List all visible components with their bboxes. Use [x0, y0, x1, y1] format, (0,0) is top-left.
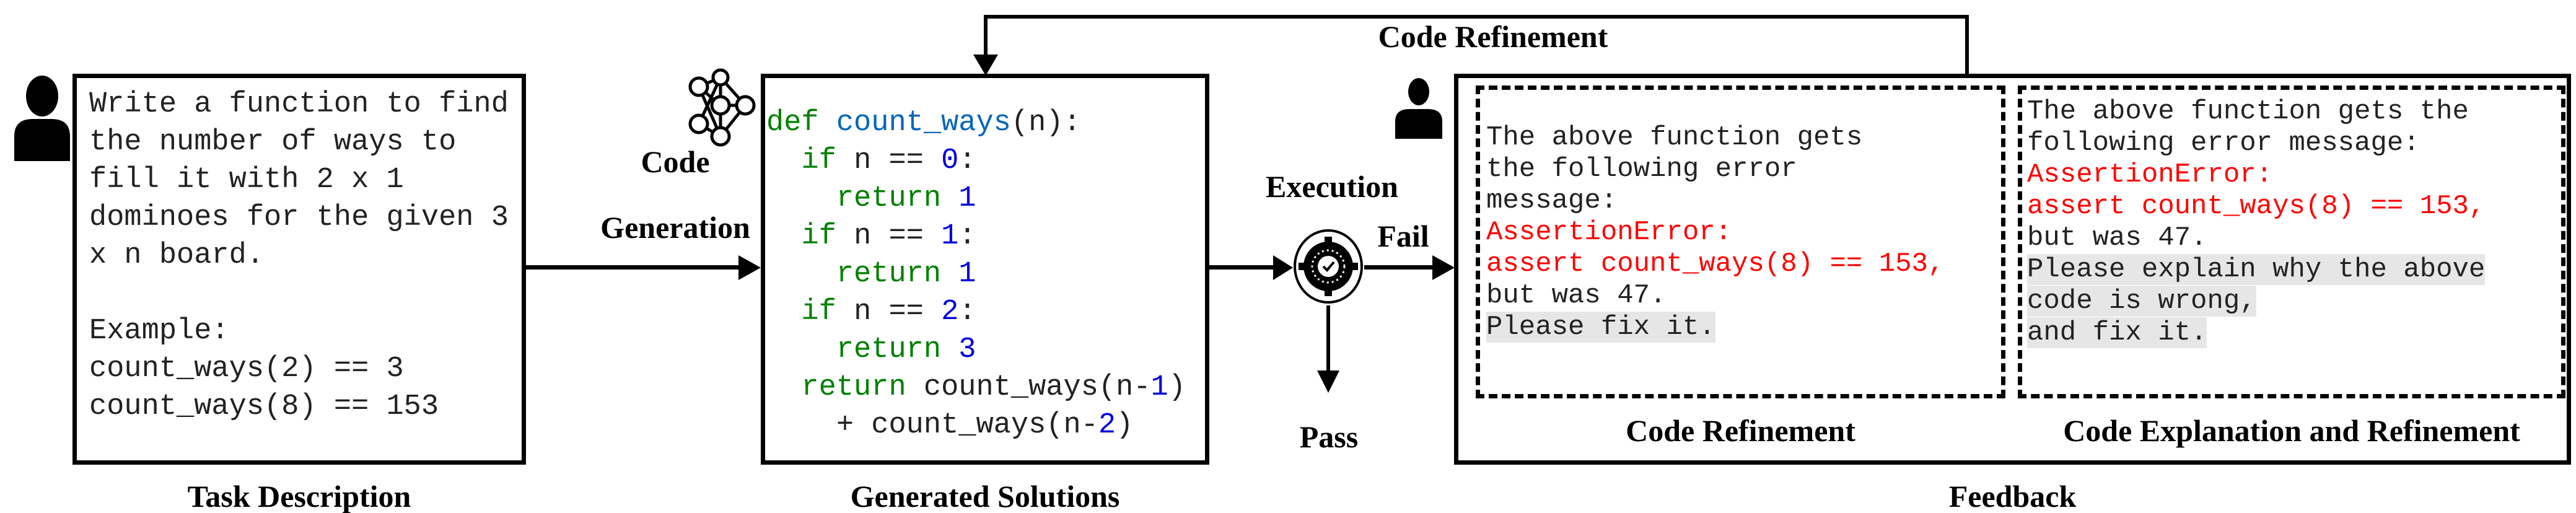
loop-arrowhead	[973, 55, 998, 76]
execution-gear-icon	[1294, 229, 1363, 304]
neural-network-icon	[688, 68, 756, 147]
loop-line-left	[984, 15, 988, 58]
solution-code: def count_ways(n): if n == 0: return 1 i…	[766, 107, 1186, 442]
generation-arrowhead	[738, 255, 761, 280]
feedback-box: The above function gets the following err…	[1454, 74, 2571, 465]
fail-arrow	[1364, 265, 1435, 270]
task-description-box: Write a function to find the number of wa…	[72, 74, 526, 465]
fail-arrowhead	[1432, 255, 1455, 280]
execution-arrow	[1209, 265, 1277, 270]
loop-label: Code Refinement	[1378, 19, 1608, 54]
generation-label-2: Generation	[600, 210, 750, 245]
refine-text: The above function gets the following err…	[1486, 122, 1945, 343]
pass-arrowhead	[1317, 370, 1339, 393]
task-caption: Task Description	[187, 479, 411, 513]
user-feedback-icon	[1395, 78, 1442, 139]
pass-arrow	[1326, 305, 1330, 374]
code-refinement-diagram: Code Refinement Write a function to find…	[0, 0, 2576, 513]
explain-text: The above function gets the following err…	[2027, 96, 2486, 348]
solution-caption: Generated Solutions	[850, 479, 1120, 513]
task-text: Write a function to find the number of wa…	[89, 88, 509, 423]
code-refinement-prompt: The above function gets the following err…	[1476, 86, 2005, 398]
generation-label-1: Code	[641, 144, 710, 179]
execution-arrowhead	[1273, 255, 1293, 280]
execution-label: Execution	[1266, 169, 1398, 204]
generated-solution-box: def count_ways(n): if n == 0: return 1 i…	[761, 74, 1209, 465]
user-icon	[14, 76, 70, 161]
code-explanation-prompt: The above function gets the following err…	[2018, 86, 2565, 398]
feedback-caption: Feedback	[1948, 479, 2077, 513]
loop-line-right	[1965, 15, 1969, 76]
fail-label: Fail	[1377, 219, 1429, 253]
refine-caption: Code Refinement	[1626, 413, 1855, 448]
pass-label: Pass	[1299, 419, 1359, 454]
explain-caption: Code Explanation and Refinement	[2063, 413, 2520, 448]
generation-arrow	[526, 265, 743, 270]
